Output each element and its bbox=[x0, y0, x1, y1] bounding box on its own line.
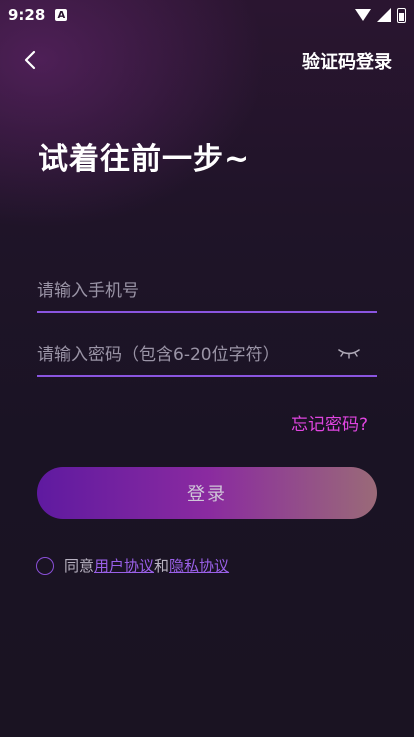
status-left: 9:28 A bbox=[8, 6, 68, 24]
agree-checkbox[interactable] bbox=[36, 556, 54, 575]
wifi-icon bbox=[355, 9, 371, 21]
phone-field[interactable] bbox=[37, 271, 377, 313]
page-title: 试着往前一步~ bbox=[38, 142, 251, 177]
phone-input[interactable] bbox=[37, 271, 377, 311]
status-right bbox=[355, 7, 406, 23]
password-input[interactable] bbox=[37, 335, 327, 375]
chevron-left-icon bbox=[24, 50, 36, 70]
password-field[interactable] bbox=[37, 335, 377, 377]
notification-badge-icon: A bbox=[55, 9, 68, 21]
eye-closed-icon[interactable] bbox=[337, 345, 361, 361]
status-bar: 9:28 A bbox=[0, 0, 414, 30]
user-agreement-link[interactable]: 用户协议 bbox=[94, 555, 154, 576]
battery-icon bbox=[397, 7, 406, 23]
signal-icon bbox=[377, 8, 391, 22]
agree-prefix: 同意 bbox=[64, 557, 95, 575]
login-button[interactable]: 登录 bbox=[37, 467, 377, 519]
privacy-agreement-link[interactable]: 隐私协议 bbox=[169, 555, 229, 576]
back-button[interactable] bbox=[18, 48, 42, 72]
code-login-button[interactable]: 验证码登录 bbox=[302, 48, 392, 74]
agree-and: 和 bbox=[154, 557, 170, 575]
status-time: 9:28 bbox=[8, 6, 46, 24]
forgot-password-link[interactable]: 忘记密码? bbox=[291, 410, 368, 435]
agreement-row: 同意 用户协议 和 隐私协议 bbox=[36, 555, 229, 576]
